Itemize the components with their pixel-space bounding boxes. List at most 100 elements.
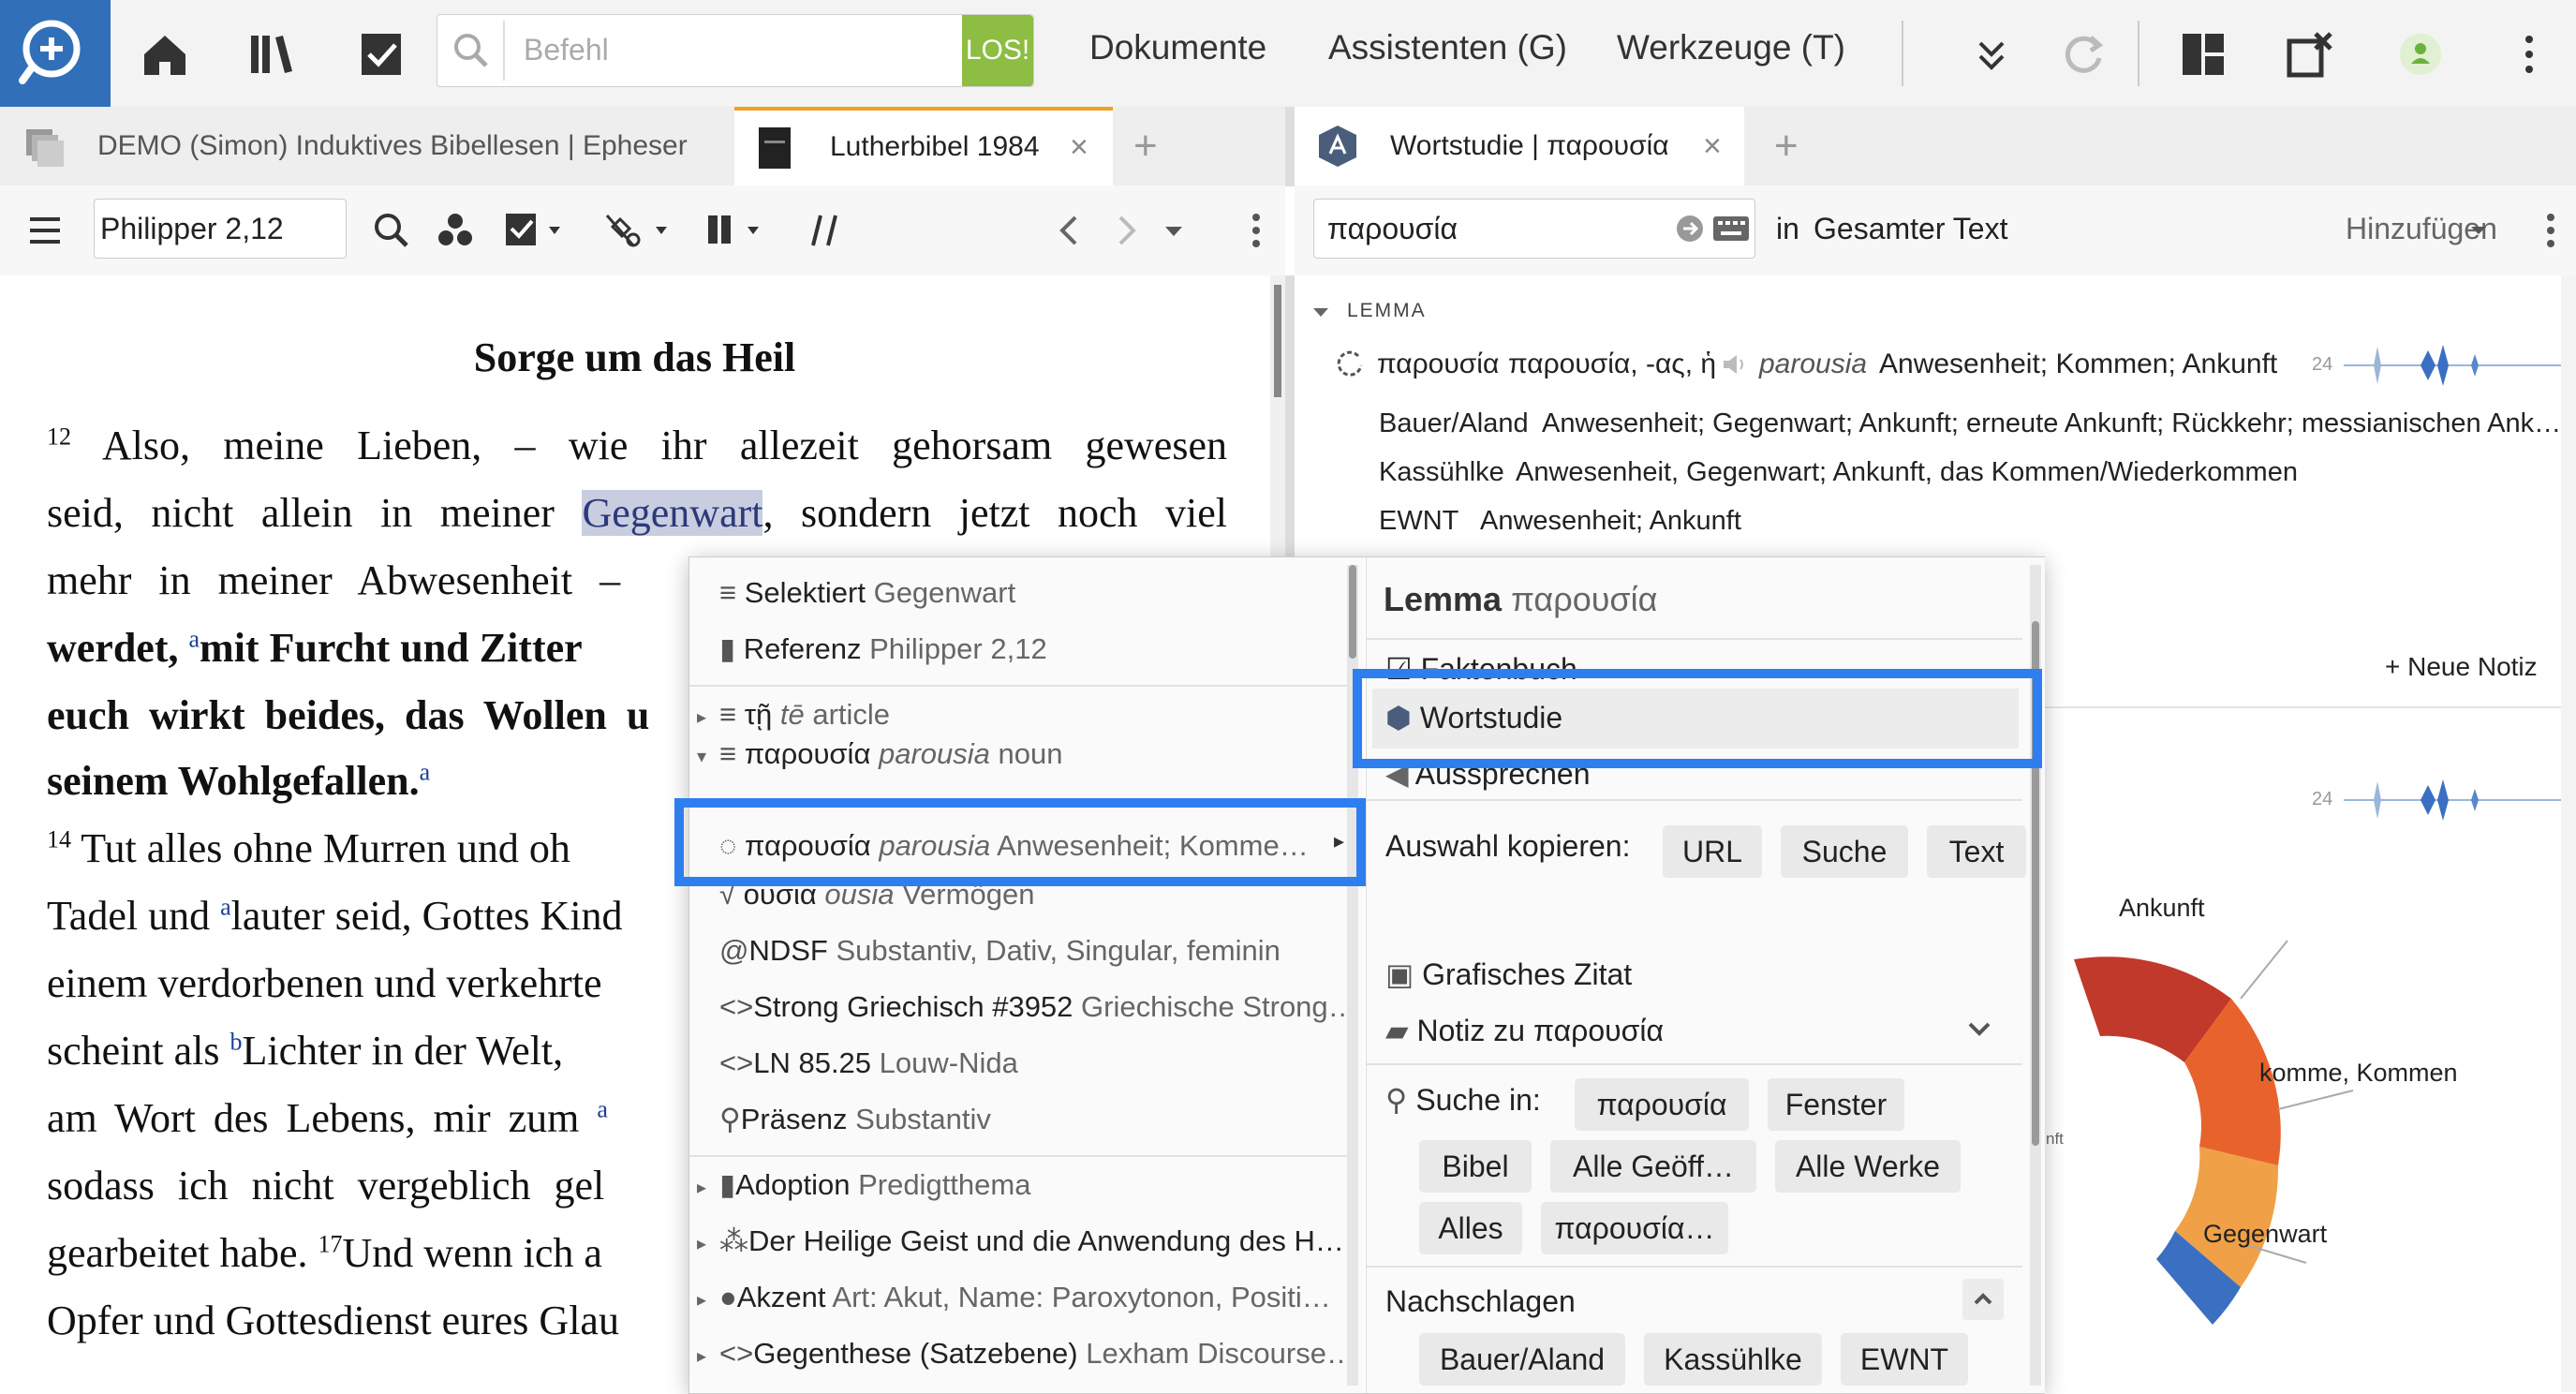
lemma-search-field[interactable]: παρουσία bbox=[1313, 199, 1755, 259]
user-avatar-icon[interactable] bbox=[2392, 26, 2449, 82]
verse-text: am Wort des Lebens, mir zum bbox=[47, 1095, 598, 1141]
search-lemma-more-button[interactable]: παρουσία… bbox=[1541, 1202, 1728, 1254]
back-chevron-icon[interactable] bbox=[1049, 210, 1090, 251]
lookup-ewnt-button[interactable]: EWNT bbox=[1841, 1333, 1968, 1386]
library-icon[interactable] bbox=[245, 26, 302, 82]
go-button[interactable]: LOS! bbox=[962, 15, 1033, 86]
menu-item-strong[interactable]: <>Strong Griechisch #3952 Griechische St… bbox=[719, 990, 1357, 1024]
menu-assistants[interactable]: Assistenten (G) bbox=[1328, 28, 1567, 67]
expand-triangle-icon[interactable]: ▸ bbox=[697, 705, 706, 729]
action-notiz[interactable]: ▰ Notiz zu παρουσία bbox=[1385, 1013, 1664, 1048]
def-source-kassuehlke[interactable]: Kassühlke bbox=[1379, 457, 1504, 488]
search-icon[interactable] bbox=[371, 210, 412, 251]
hamburger-menu-icon[interactable] bbox=[26, 212, 64, 249]
collapse-triangle-icon[interactable]: ▾ bbox=[697, 745, 706, 768]
text-comparison-icon[interactable] bbox=[807, 208, 849, 253]
item-detail: Griechische Strong… bbox=[1081, 990, 1357, 1023]
def-source-bauer-aland[interactable]: Bauer/Aland bbox=[1379, 408, 1529, 439]
collapse-lookup-button[interactable] bbox=[1962, 1279, 2004, 1320]
menu-item-selected[interactable]: ≡ Selektiert Gegenwart bbox=[719, 576, 1015, 610]
footnote-marker[interactable]: a bbox=[597, 1095, 608, 1122]
more-menu-icon[interactable] bbox=[2501, 26, 2557, 82]
footnote-marker[interactable]: a bbox=[189, 625, 200, 652]
search-everything-button[interactable]: Alles bbox=[1419, 1202, 1522, 1254]
menu-tools[interactable]: Werkzeuge (T) bbox=[1617, 28, 1845, 67]
logos-logo[interactable] bbox=[0, 0, 111, 107]
home-icon[interactable] bbox=[137, 26, 193, 82]
transliteration: parousia bbox=[1759, 348, 1868, 379]
def-source-ewnt[interactable]: EWNT bbox=[1379, 506, 1458, 537]
menu-item-gegenthese[interactable]: <>Gegenthese (Satzebene) Lexham Discours… bbox=[719, 1337, 1355, 1371]
lookup-bauer-aland-button[interactable]: Bauer/Aland bbox=[1419, 1333, 1625, 1386]
expand-triangle-icon[interactable]: ▸ bbox=[697, 1344, 706, 1368]
panel-menu-icon[interactable] bbox=[1242, 210, 1270, 251]
item-detail: Lexham Discourse… bbox=[1086, 1337, 1355, 1370]
selected-word[interactable]: Gegenwart bbox=[582, 490, 763, 536]
interlinear-dropdown-icon[interactable] bbox=[601, 208, 676, 253]
tab-lutherbibel[interactable]: Lutherbibel 1984 × bbox=[734, 107, 1113, 185]
menu-item-heiliger-geist[interactable]: ⁂Der Heilige Geist und die Anwendung des… bbox=[719, 1224, 1344, 1258]
tab-wortstudie[interactable]: Wortstudie | παρουσία × bbox=[1295, 107, 1744, 185]
menu-item-akzent[interactable]: ●Akzent Art: Akut, Name: Paroxytonon, Po… bbox=[719, 1281, 1331, 1314]
panel-menu-icon[interactable] bbox=[2537, 210, 2565, 251]
action-grafisches-zitat[interactable]: ▣ Grafisches Zitat bbox=[1385, 957, 1632, 992]
close-tab-icon[interactable]: × bbox=[1703, 107, 1722, 185]
verse-text: einem verdorbenen und verkehrte bbox=[47, 960, 602, 1006]
visual-filters-icon[interactable] bbox=[435, 210, 476, 251]
expand-triangle-icon[interactable]: ▸ bbox=[697, 1176, 706, 1199]
search-lemma-button[interactable]: παρουσία bbox=[1575, 1078, 1749, 1131]
scope-link[interactable]: Gesamter Text bbox=[1814, 212, 2007, 246]
menu-documents[interactable]: Dokumente bbox=[1089, 28, 1266, 67]
translation-donut-chart[interactable] bbox=[2025, 912, 2550, 1392]
search-window-button[interactable]: Fenster bbox=[1768, 1078, 1904, 1131]
search-bible-button[interactable]: Bibel bbox=[1419, 1140, 1532, 1193]
close-tab-icon[interactable]: × bbox=[1070, 111, 1088, 184]
forward-chevron-icon[interactable] bbox=[1105, 210, 1147, 251]
menu-item-louw-nida[interactable]: <>LN 85.25 Louw-Nida bbox=[719, 1046, 1018, 1080]
distribution-sparkline[interactable] bbox=[2344, 341, 2561, 390]
search-all-works-button[interactable]: Alle Werke bbox=[1775, 1140, 1961, 1193]
collapse-triangle-icon[interactable] bbox=[1311, 304, 1330, 322]
footnote-marker[interactable]: a bbox=[220, 893, 231, 920]
parallel-dropdown-icon[interactable] bbox=[704, 208, 779, 253]
command-input[interactable] bbox=[522, 32, 900, 68]
panel-divider[interactable] bbox=[1285, 107, 1295, 185]
tab-induktives-bibellesen[interactable]: DEMO (Simon) Induktives Bibellesen | Eph… bbox=[0, 107, 731, 240]
chevron-down-icon[interactable] bbox=[1966, 1018, 1992, 1041]
menu-item-reference[interactable]: ▮ Referenz Philipper 2,12 bbox=[719, 632, 1047, 666]
expand-triangle-icon[interactable]: ▸ bbox=[697, 1288, 706, 1312]
lookup-kassuehlke-button[interactable]: Kassühlke bbox=[1644, 1333, 1822, 1386]
search-all-open-button[interactable]: Alle Geöff… bbox=[1550, 1140, 1756, 1193]
lemma-word[interactable]: παρουσία bbox=[1377, 348, 1499, 380]
occurrence-count: 24 bbox=[2312, 354, 2333, 375]
menu-item-article[interactable]: ≡ τῇ tē article bbox=[719, 698, 890, 732]
sync-icon[interactable] bbox=[2055, 26, 2111, 82]
footnote-marker[interactable]: b bbox=[230, 1028, 243, 1055]
copy-text-button[interactable]: Text bbox=[1927, 825, 2026, 878]
add-tab-button[interactable]: + bbox=[1774, 107, 1821, 185]
menu-item-sense[interactable]: ⚲Präsenz Substantiv bbox=[719, 1103, 991, 1136]
reading-plan-icon[interactable] bbox=[354, 26, 410, 82]
scrollbar[interactable] bbox=[2561, 275, 2576, 1392]
layouts-icon[interactable] bbox=[2175, 26, 2231, 82]
double-chevron-down-icon[interactable] bbox=[1963, 26, 2020, 82]
verse-text: mehr in meiner Abwesenheit – bbox=[47, 557, 621, 603]
copy-url-button[interactable]: URL bbox=[1663, 825, 1762, 878]
go-arrow-icon[interactable] bbox=[1674, 213, 1706, 245]
distribution-sparkline[interactable] bbox=[2344, 776, 2561, 824]
copy-search-button[interactable]: Suche bbox=[1781, 825, 1908, 878]
menu-item-noun[interactable]: ≡ παρουσία parousia noun bbox=[719, 737, 1063, 769]
keyboard-icon[interactable] bbox=[1711, 209, 1751, 248]
add-tab-button[interactable]: + bbox=[1133, 107, 1180, 185]
expand-triangle-icon[interactable]: ▸ bbox=[697, 1232, 706, 1255]
reference-box[interactable]: Philipper 2,12 bbox=[94, 199, 347, 259]
close-panels-icon[interactable] bbox=[2282, 26, 2338, 82]
new-note-link[interactable]: + Neue Notiz bbox=[2385, 652, 2538, 682]
reading-plan-dropdown-icon[interactable] bbox=[502, 208, 568, 253]
menu-item-morphology[interactable]: @NDSF Substantiv, Dativ, Singular, femin… bbox=[719, 934, 1281, 968]
speaker-icon[interactable] bbox=[1722, 352, 1750, 377]
history-dropdown-icon[interactable] bbox=[1160, 210, 1188, 251]
bible-toolbar: Philipper 2,12 bbox=[0, 185, 1285, 276]
footnote-marker[interactable]: a bbox=[420, 758, 431, 785]
menu-item-adoption[interactable]: ▮Adoption Predigtthema bbox=[719, 1168, 1030, 1202]
